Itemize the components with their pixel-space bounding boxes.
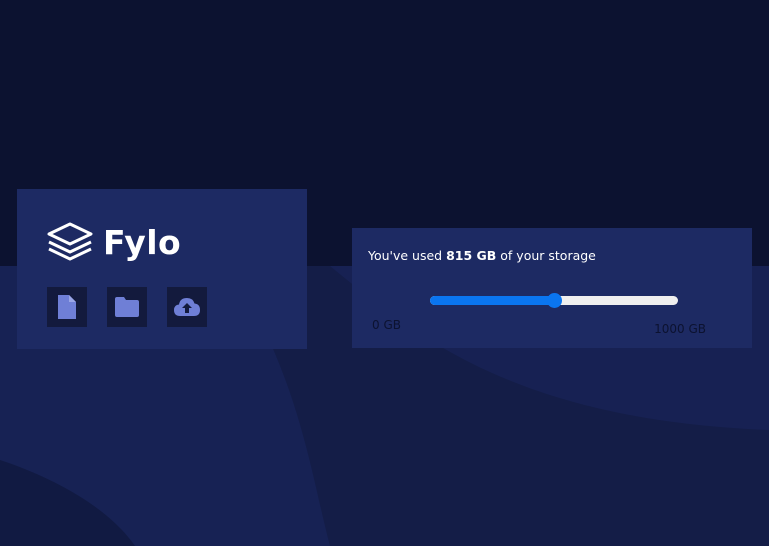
layers-icon — [47, 222, 93, 262]
slider-fill — [430, 296, 554, 305]
folder-button[interactable] — [107, 287, 147, 327]
upload-button[interactable] — [167, 287, 207, 327]
logo: Fylo — [47, 222, 181, 262]
storage-max-label: 1000 GB — [654, 322, 706, 336]
folder-icon — [115, 297, 139, 317]
toolbar — [47, 287, 227, 327]
storage-card: You've used 815 GB of your storage 0 GB … — [352, 228, 752, 348]
storage-usage-text: You've used 815 GB of your storage — [368, 248, 596, 263]
slider-thumb[interactable] — [547, 293, 562, 308]
usage-suffix: of your storage — [496, 248, 596, 263]
document-icon — [58, 295, 76, 319]
brand-card: Fylo — [17, 189, 307, 349]
usage-amount: 815 GB — [446, 248, 497, 263]
brand-name: Fylo — [103, 222, 182, 262]
storage-slider[interactable] — [430, 293, 678, 308]
storage-min-label: 0 GB — [372, 318, 401, 332]
cloud-upload-icon — [174, 298, 200, 316]
usage-prefix: You've used — [368, 248, 447, 263]
document-button[interactable] — [47, 287, 87, 327]
